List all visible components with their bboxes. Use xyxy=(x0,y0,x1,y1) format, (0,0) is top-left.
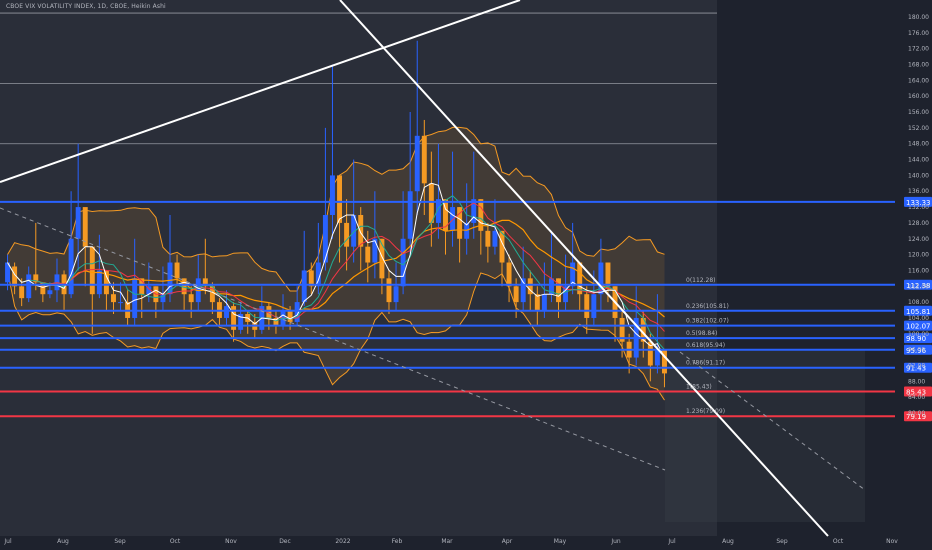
y-tick-label: 152.00 xyxy=(908,125,929,132)
candle-body xyxy=(513,286,519,303)
fib-label: 0.618(95.94) xyxy=(686,342,725,349)
chart-root: 133.33 112.38 105.81 102.07 98.90 95.96 91.43 8… xyxy=(0,0,932,550)
x-tick-label: Sep xyxy=(776,538,788,545)
y-tick-label: 92.00 xyxy=(908,362,925,369)
candle-body xyxy=(75,207,81,239)
candle-body xyxy=(591,294,597,318)
candle-body xyxy=(556,278,561,303)
y-tick-label: 168.00 xyxy=(908,62,929,69)
y-tick-label: 128.00 xyxy=(908,220,929,227)
y-tick-label: 116.00 xyxy=(908,267,929,274)
x-tick-label: Aug xyxy=(57,538,69,545)
candle-body xyxy=(287,310,293,322)
candle-body xyxy=(407,191,413,239)
y-tick-label: 176.00 xyxy=(908,30,929,37)
y-tick-label: 136.00 xyxy=(908,188,929,195)
x-tick-label: Nov xyxy=(225,538,237,545)
x-tick-label: Oct xyxy=(170,538,181,545)
candle-body xyxy=(358,215,364,247)
candle-body xyxy=(450,207,456,231)
fib-label: 1.236(79.09) xyxy=(686,408,725,415)
x-tick-label: Nov xyxy=(886,538,898,545)
y-tick-label: 172.00 xyxy=(908,46,929,53)
y-tick-label: 156.00 xyxy=(908,109,929,116)
candle-body xyxy=(372,238,378,263)
x-tick-label: Sep xyxy=(114,538,126,545)
x-tick-label: Feb xyxy=(392,538,403,545)
y-tick-label: 160.00 xyxy=(908,93,929,100)
y-tick-label: 140.00 xyxy=(908,172,929,179)
y-tick-label: 100.00 xyxy=(908,331,929,338)
candle-body xyxy=(386,278,392,303)
candle-body xyxy=(485,230,491,247)
candle-body xyxy=(188,294,194,303)
candle-body xyxy=(68,238,74,295)
candle-body xyxy=(654,349,660,366)
fib-label: 0.5(98.84) xyxy=(686,330,717,337)
candle-body xyxy=(224,306,229,318)
candle-body xyxy=(492,230,498,247)
candle-body xyxy=(322,215,328,263)
x-tick-label: Jun xyxy=(610,538,621,545)
candle-body xyxy=(89,246,95,295)
y-tick-label: 148.00 xyxy=(908,141,929,148)
candle-body xyxy=(329,175,335,215)
x-tick-label: 2022 xyxy=(335,538,350,545)
y-tick-label: 120.00 xyxy=(908,252,929,259)
candle-body xyxy=(421,135,427,184)
y-tick-label: 104.00 xyxy=(908,315,929,322)
price-level-label: 102.07 xyxy=(906,323,931,331)
y-tick-label: 108.00 xyxy=(908,299,929,306)
candle-body xyxy=(181,278,187,295)
candle-body xyxy=(414,135,420,192)
x-tick-label: May xyxy=(554,538,567,545)
candle-body xyxy=(96,270,102,295)
candle-body xyxy=(605,262,611,287)
fib-label: 0(112.28) xyxy=(686,277,716,284)
y-tick-label: 124.00 xyxy=(908,236,929,243)
y-tick-label: 80.00 xyxy=(908,410,925,417)
fib-label: 0.786(91.17) xyxy=(686,360,725,367)
candle-body xyxy=(428,183,434,223)
fib-label: 1(85.43) xyxy=(686,383,712,390)
x-tick-label: Mar xyxy=(441,538,453,545)
candle-body xyxy=(584,294,590,318)
candle-body xyxy=(506,262,512,287)
candle-body xyxy=(365,246,371,263)
fib-label: 0.236(105.81) xyxy=(686,303,729,310)
fib-label: 0.382(102.07) xyxy=(686,318,729,325)
y-tick-label: 96.00 xyxy=(908,347,925,354)
chart-svg[interactable]: 133.33112.38105.81102.0798.9095.9691.438… xyxy=(0,0,932,550)
x-tick-label: Oct xyxy=(833,538,844,545)
chart-title: CBOE VIX VOLATILITY INDEX, 1D, CBOE, Hei… xyxy=(6,3,166,10)
y-tick-label: 112.00 xyxy=(908,283,929,290)
x-tick-label: Aug xyxy=(722,538,734,545)
candle-body xyxy=(118,302,124,304)
fib-zone xyxy=(665,350,865,522)
candle-body xyxy=(344,222,350,247)
y-tick-label: 144.00 xyxy=(908,157,929,164)
x-tick-label: Jul xyxy=(667,538,676,545)
candle-body xyxy=(174,262,180,279)
candle-body xyxy=(26,274,32,299)
candle-body xyxy=(111,294,116,303)
candle-body xyxy=(541,294,547,311)
candle-body xyxy=(301,270,307,303)
x-tick-label: Apr xyxy=(502,538,513,545)
y-tick-label: 180.00 xyxy=(908,14,929,21)
y-tick-label: 132.00 xyxy=(908,204,929,211)
x-tick-label: Jul xyxy=(3,538,12,545)
y-tick-label: 164.00 xyxy=(908,77,929,84)
candle-body xyxy=(19,286,25,299)
y-tick-label: 88.00 xyxy=(908,378,925,385)
candle-body xyxy=(393,286,399,303)
x-tick-label: Dec xyxy=(279,538,291,545)
candle-body xyxy=(47,290,53,295)
y-tick-label: 84.00 xyxy=(908,394,925,401)
candle-body xyxy=(337,175,343,223)
